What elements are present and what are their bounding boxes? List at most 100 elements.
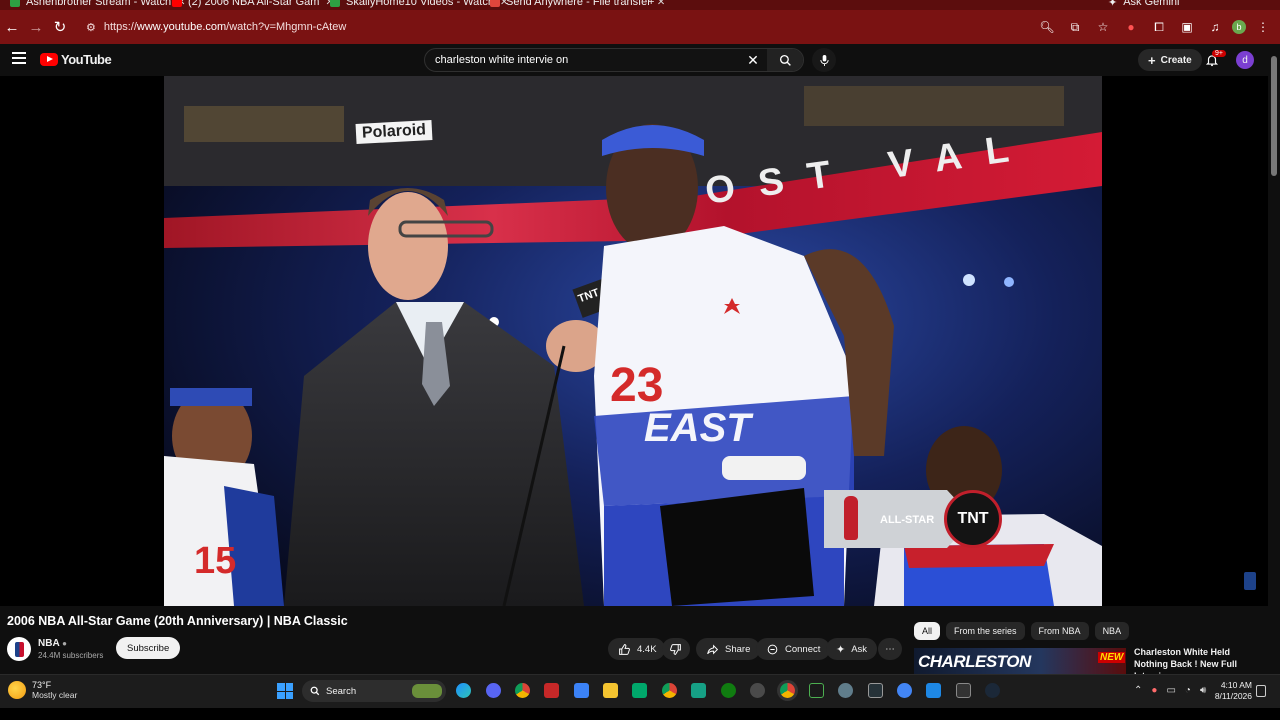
windows-start-icon[interactable] xyxy=(277,683,293,699)
forward-arrow-icon[interactable]: → xyxy=(24,15,48,39)
tab-label: Send Anywhere - File transfer xyxy=(506,0,651,8)
system-app-icon[interactable] xyxy=(838,683,853,698)
browser-tab[interactable]: Ashenbrother Stream - Watch ✕ xyxy=(10,0,186,10)
google-app-icon[interactable] xyxy=(897,683,912,698)
edge-browser-icon[interactable] xyxy=(456,683,471,698)
clear-search-icon[interactable]: ✕ xyxy=(739,52,767,69)
windows-taskbar: 73°F Mostly clear Search ⌃ ● ▭ ◔ 🔊︎ 4:10… xyxy=(0,674,1280,708)
search-input[interactable]: charleston white intervie on xyxy=(425,54,739,66)
video-frame[interactable]: Polaroid OST VAL TNT 23 EAST 15 ALL-STAR… xyxy=(164,76,1102,606)
tab-label: (2) 2006 NBA All-Star Gam xyxy=(188,0,320,8)
app-3-icon[interactable] xyxy=(691,683,706,698)
share-button[interactable]: Share xyxy=(696,638,761,660)
polaroid-sign: Polaroid xyxy=(355,120,433,144)
document-app-icon[interactable] xyxy=(574,683,589,698)
search-button[interactable] xyxy=(767,49,803,71)
scrollbar-thumb[interactable] xyxy=(1271,56,1277,176)
nba-silhouette-icon xyxy=(844,496,858,540)
terminal-app-icon[interactable] xyxy=(632,683,647,698)
site-settings-icon[interactable]: ⚙ xyxy=(86,21,96,34)
new-tab-button[interactable]: + xyxy=(648,0,654,10)
voice-search-button[interactable] xyxy=(812,48,836,72)
android-studio-icon[interactable] xyxy=(809,683,824,698)
chevron-up-icon[interactable]: ⌃ xyxy=(1134,685,1142,696)
chip-all[interactable]: All xyxy=(914,622,941,640)
roblox-icon[interactable] xyxy=(544,683,559,698)
taskbar-search-box[interactable]: Search xyxy=(302,680,446,702)
url-path: /watch?v=Mhgmn-cAtew xyxy=(226,21,347,33)
ask-gemini-button[interactable]: ✦ Ask Gemini xyxy=(1108,0,1179,10)
search-box: charleston white intervie on ✕ xyxy=(424,48,804,72)
back-arrow-icon[interactable]: ← xyxy=(0,15,24,39)
chip-from-the-series[interactable]: From the series xyxy=(946,622,1025,640)
create-button[interactable]: + Create xyxy=(1138,49,1202,71)
file-explorer-icon[interactable] xyxy=(603,683,618,698)
notification-center-icon[interactable] xyxy=(1256,685,1266,697)
chrome-profile-icon[interactable] xyxy=(662,683,677,698)
connect-icon xyxy=(767,644,778,654)
chip-label: From NBA xyxy=(1038,626,1081,636)
chip-nba[interactable]: NBA xyxy=(1094,622,1130,640)
chrome-icon[interactable] xyxy=(515,683,530,698)
youtube-logo[interactable]: YouTube xyxy=(40,52,112,67)
weather-widget[interactable]: 73°F Mostly clear xyxy=(8,680,77,700)
cast-icon[interactable]: ⧉ xyxy=(1064,16,1086,38)
user-avatar[interactable]: d xyxy=(1236,51,1254,69)
reload-icon[interactable]: ↻ xyxy=(48,15,72,39)
volume-icon[interactable]: 🔊︎ xyxy=(1200,685,1206,696)
mic-tray-icon[interactable]: ● xyxy=(1151,685,1157,696)
thumbs-up-icon xyxy=(619,643,630,655)
dislike-button[interactable] xyxy=(662,638,690,660)
command-prompt-icon[interactable] xyxy=(956,683,971,698)
browser-profile-avatar[interactable]: b xyxy=(1232,20,1246,34)
chrome-active-icon[interactable] xyxy=(780,683,795,698)
wifi-icon[interactable]: ◔ xyxy=(1185,685,1191,696)
browser-tab-active[interactable]: (2) 2006 NBA All-Star Gam ✕ xyxy=(172,0,334,10)
share-arrow-icon xyxy=(707,644,719,654)
monitor-app-icon[interactable] xyxy=(926,683,941,698)
browser-tab[interactable]: Send Anywhere - File transfer ✕ xyxy=(490,0,665,10)
jersey-team: EAST xyxy=(644,406,751,451)
address-bar[interactable]: ⚙ https://www.youtube.com/watch?v=Mhgmn-… xyxy=(80,16,1100,38)
extensions-puzzle-icon[interactable]: ⧠ xyxy=(1148,16,1170,38)
channel-name[interactable]: NBA ● xyxy=(38,638,67,649)
browser-tab[interactable]: SkallyHome10 Videos - Watch ✕ xyxy=(330,0,508,10)
window-app-icon[interactable] xyxy=(868,683,883,698)
network-icon[interactable]: ▭ xyxy=(1166,685,1175,696)
jersey-number-left: 15 xyxy=(194,540,236,583)
steam-icon[interactable] xyxy=(985,683,1000,698)
xbox-icon[interactable] xyxy=(721,683,736,698)
more-actions-button[interactable]: ⋯ xyxy=(878,638,902,660)
chip-label: All xyxy=(922,626,933,636)
browser-menu-icon[interactable]: ⋮ xyxy=(1252,16,1274,38)
settings-gear-icon[interactable] xyxy=(750,683,765,698)
ask-button[interactable]: ✦ Ask xyxy=(826,638,878,660)
recommended-video-thumbnail[interactable]: CHARLESTON NEW xyxy=(914,648,1126,674)
jersey-number: 23 xyxy=(610,358,663,413)
avatar-letter: d xyxy=(1242,54,1248,66)
hamburger-menu-icon[interactable] xyxy=(12,52,26,67)
video-player[interactable]: Polaroid OST VAL TNT 23 EAST 15 ALL-STAR… xyxy=(0,76,1268,606)
connect-button[interactable]: Connect xyxy=(756,638,831,660)
more-horizontal-icon: ⋯ xyxy=(885,643,895,655)
extension-red-icon[interactable]: ● xyxy=(1120,16,1142,38)
discord-icon[interactable] xyxy=(486,683,501,698)
broadcast-bug: ALL-STAR TNT xyxy=(824,490,1002,550)
browser-tab-strip: Ashenbrother Stream - Watch ✕ (2) 2006 N… xyxy=(0,0,1280,10)
channel-avatar[interactable] xyxy=(7,637,31,661)
zoom-icon[interactable]: 🔍︎ xyxy=(1036,16,1058,38)
weather-temperature: 73°F xyxy=(32,680,52,690)
close-tab-icon[interactable]: ✕ xyxy=(657,0,665,8)
jersey-number-text: 23 xyxy=(610,359,664,412)
bookmark-star-icon[interactable]: ☆ xyxy=(1092,16,1114,38)
tab-favicon-icon xyxy=(10,0,20,7)
split-view-icon[interactable]: ▣ xyxy=(1176,16,1198,38)
jersey-team-text: EAST xyxy=(644,406,751,450)
like-button[interactable]: 4.4K xyxy=(608,638,665,660)
chip-label: NBA xyxy=(1102,626,1122,636)
chip-from-nba[interactable]: From NBA xyxy=(1030,622,1089,640)
plus-icon: + xyxy=(1148,52,1156,68)
subscribe-button[interactable]: Subscribe xyxy=(116,637,181,659)
taskbar-clock[interactable]: 4:10 AM 8/11/2026 xyxy=(1208,680,1252,702)
media-controls-icon[interactable]: ♫ xyxy=(1204,16,1226,38)
